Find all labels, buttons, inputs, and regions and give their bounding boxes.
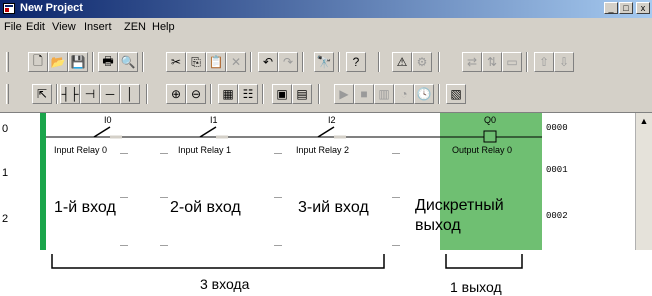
toolbar-separator — [250, 52, 252, 72]
contact-i0-symbol — [93, 126, 111, 138]
brackets — [51, 254, 523, 269]
output-label: Output Relay 0 — [452, 145, 513, 155]
menu-bar: File Edit View Insert ZEN Help — [0, 19, 652, 37]
find-icon[interactable]: 🔭 — [314, 52, 334, 72]
stop-icon[interactable]: ■ — [354, 84, 374, 104]
toolbar-separator — [92, 52, 94, 72]
vertical-scrollbar[interactable]: ▲ — [635, 113, 652, 250]
compile-icon[interactable]: ⚙ — [412, 52, 432, 72]
toolbar-separator — [210, 84, 212, 104]
download-icon[interactable]: ⇩ — [554, 52, 574, 72]
print-preview-icon[interactable]: 🔍 — [118, 52, 138, 72]
output-bracket — [445, 254, 523, 269]
pointer-icon[interactable]: ⇱ — [32, 84, 52, 104]
toolbar-separator — [262, 84, 264, 104]
toolbar-separator — [318, 84, 320, 104]
toolbar-grip[interactable] — [6, 84, 9, 104]
contact-label: Input Relay 1 — [178, 145, 232, 155]
ladder-toolbar: ⇱ ┤├ ⊣ ─ │ ⊕ ⊖ ▦ ☷ ▣ ▤ ▶ ■ ▥ ◔ 🕓 ▧ — [4, 81, 644, 107]
open-folder-icon[interactable]: 📂 — [48, 52, 68, 72]
contact-no-icon[interactable]: ┤├ — [60, 84, 80, 104]
contact-address: I2 — [328, 115, 336, 125]
zoom-in-icon[interactable]: ⊕ — [166, 84, 186, 104]
toolbar-separator — [526, 52, 528, 72]
row-number: 1 — [2, 167, 9, 179]
toolbar-separator — [438, 52, 440, 72]
inputs-count-caption: 3 входа — [200, 276, 250, 292]
clock-icon[interactable]: 🕓 — [414, 84, 434, 104]
settings-icon[interactable]: ☷ — [238, 84, 258, 104]
warning-check-icon[interactable]: ⚠ — [392, 52, 412, 72]
output-coil-symbol — [483, 130, 497, 143]
help-icon[interactable]: ? — [346, 52, 366, 72]
menu-insert[interactable]: Insert — [84, 21, 112, 33]
input-caption-2: 2-ой вход — [170, 199, 241, 216]
contact-i2-symbol — [317, 126, 335, 138]
toolbar-grip[interactable] — [6, 52, 9, 72]
window-title: New Project — [20, 2, 83, 14]
display-icon[interactable]: ▧ — [446, 84, 466, 104]
toolbar-separator — [378, 52, 380, 72]
contact-label: Input Relay 2 — [296, 145, 350, 155]
grid-icon[interactable]: ▦ — [218, 84, 238, 104]
output-address: Q0 — [484, 115, 497, 125]
close-button[interactable]: x — [636, 2, 650, 14]
input-caption-3: 3-ий вход — [298, 199, 369, 216]
menu-file[interactable]: File — [4, 21, 22, 33]
run-icon[interactable]: ▶ — [334, 84, 354, 104]
app-icon — [3, 3, 15, 14]
compare-icon[interactable]: ⇅ — [482, 52, 502, 72]
monitor-icon[interactable]: ▭ — [502, 52, 522, 72]
undo-icon[interactable]: ↶ — [258, 52, 278, 72]
toolbar-separator — [338, 52, 340, 72]
contact-address: I1 — [210, 115, 218, 125]
new-file-icon[interactable]: 🗋 — [28, 52, 48, 72]
toolbar-separator — [302, 52, 304, 72]
redo-icon[interactable]: ↷ — [278, 52, 298, 72]
print-icon[interactable]: 🖶 — [98, 52, 118, 72]
toolbar-separator — [438, 84, 440, 104]
program-mode-icon[interactable]: ▤ — [292, 84, 312, 104]
standard-toolbar: 🗋 📂 💾 🖶 🔍 ✂ ⎘ 📋 ✕ ↶ ↷ 🔭 ? ⚠ ⚙ ⇄ ⇅ ▭ ⇧ ⇩ — [4, 49, 644, 75]
toolbar-separator — [142, 52, 144, 72]
menu-help[interactable]: Help — [152, 21, 175, 33]
maximize-button[interactable]: □ — [619, 2, 633, 14]
toolbar-separator — [56, 84, 58, 104]
contact-address: I0 — [104, 115, 112, 125]
menu-zen[interactable]: ZEN — [124, 21, 146, 33]
row-number: 2 — [2, 213, 9, 225]
rule-number: 0002 — [546, 211, 568, 221]
horizontal-line-icon[interactable]: ─ — [100, 84, 120, 104]
monitor-mode-icon[interactable]: ▣ — [272, 84, 292, 104]
contact-nc-icon[interactable]: ⊣ — [80, 84, 100, 104]
title-bar[interactable]: New Project _ □ x — [0, 0, 652, 18]
timer-icon[interactable]: ◔ — [394, 84, 414, 104]
inputs-bracket — [51, 254, 385, 269]
save-icon[interactable]: 💾 — [68, 52, 88, 72]
io-table-icon[interactable]: ▥ — [374, 84, 394, 104]
contact-label: Input Relay 0 — [54, 145, 108, 155]
transfer-icon[interactable]: ⇄ — [462, 52, 482, 72]
delete-icon[interactable]: ✕ — [226, 52, 246, 72]
output-count-caption: 1 выход — [450, 279, 502, 295]
copy-icon[interactable]: ⎘ — [186, 52, 206, 72]
app-window: New Project _ □ x File Edit View Insert … — [0, 0, 652, 250]
upload-icon[interactable]: ⇧ — [534, 52, 554, 72]
ladder-editor[interactable]: 0 1 2 0000 0001 0002 I0 I1 I2 Q0 Input R… — [0, 112, 652, 250]
output-caption-line2: выход — [415, 217, 461, 234]
output-caption-line1: Дискретный — [415, 197, 504, 214]
toolbar-separator — [146, 84, 148, 104]
paste-icon[interactable]: 📋 — [206, 52, 226, 72]
minimize-button[interactable]: _ — [604, 2, 618, 14]
cut-icon[interactable]: ✂ — [166, 52, 186, 72]
rule-number: 0001 — [546, 165, 568, 175]
zoom-out-icon[interactable]: ⊖ — [186, 84, 206, 104]
contact-i1-symbol — [199, 126, 217, 138]
menu-edit[interactable]: Edit — [26, 21, 45, 33]
vertical-line-icon[interactable]: │ — [120, 84, 140, 104]
input-caption-1: 1-й вход — [54, 199, 116, 216]
scroll-up-arrow-icon[interactable]: ▲ — [638, 115, 650, 127]
menu-view[interactable]: View — [52, 21, 76, 33]
